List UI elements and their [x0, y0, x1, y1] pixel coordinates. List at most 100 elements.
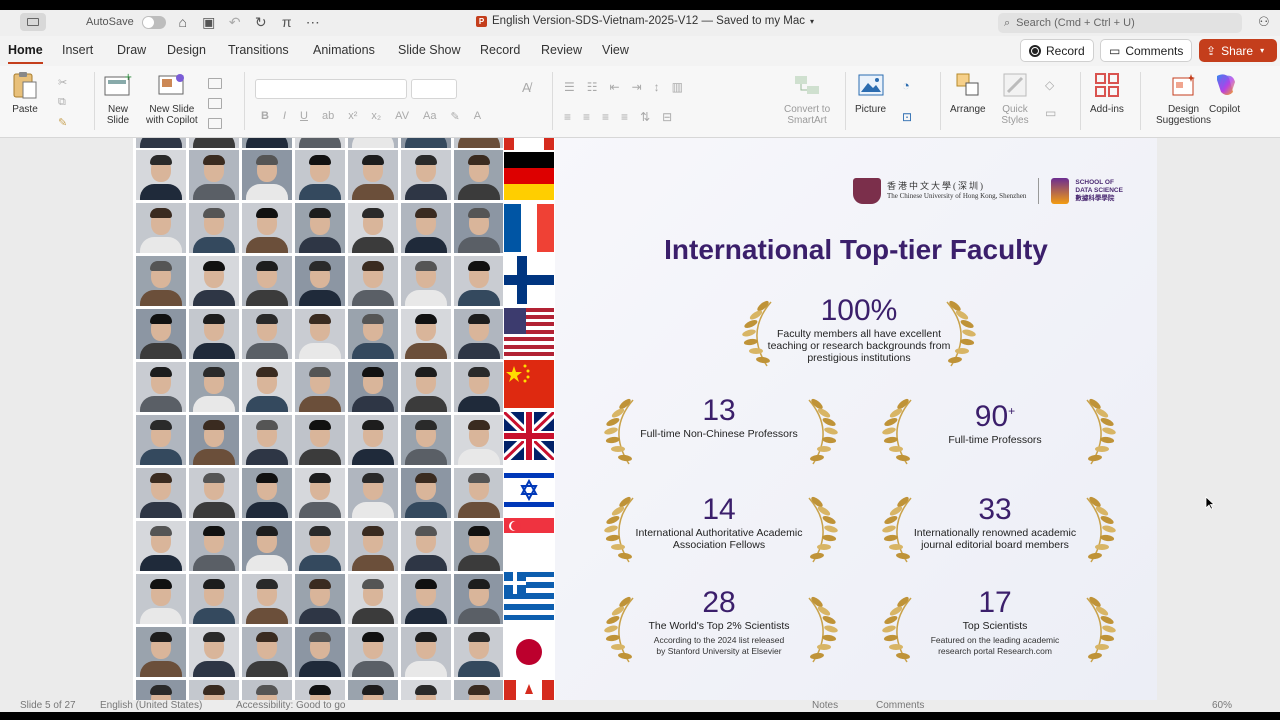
language-indicator[interactable]: English (United States): [100, 700, 202, 711]
textbox-icon[interactable]: ⊡: [902, 110, 912, 124]
stat-number: 28: [702, 586, 736, 619]
more-icon[interactable]: ⋯: [304, 14, 322, 31]
change-case-icon[interactable]: Aa: [423, 110, 436, 123]
faculty-photo: [401, 150, 451, 200]
tab-view[interactable]: View: [602, 43, 629, 57]
design-suggestions-button[interactable]: Design Suggestions: [1156, 70, 1211, 126]
save-icon[interactable]: ▣: [200, 14, 218, 31]
arrange-button[interactable]: Arrange: [950, 70, 986, 115]
fill-icon[interactable]: ◇: [1045, 78, 1054, 92]
document-title[interactable]: P English Version-SDS-Vietnam-2025-V12 —…: [476, 15, 814, 27]
accessibility-status[interactable]: Accessibility: Good to go: [236, 700, 346, 711]
picture-button[interactable]: Picture: [855, 70, 886, 115]
faculty-photo: [295, 256, 345, 306]
align-text-icon[interactable]: ⊟: [662, 110, 672, 124]
quick-styles-icon: [1000, 70, 1030, 100]
superscript-icon[interactable]: x²: [348, 110, 357, 123]
faculty-photo: [242, 203, 292, 253]
faculty-photo: [136, 138, 186, 148]
picture-icon: [856, 70, 886, 100]
reset-icon[interactable]: [208, 98, 222, 109]
layout-icon[interactable]: [208, 78, 222, 89]
tab-design[interactable]: Design: [167, 43, 206, 57]
slide[interactable]: 香港中文大學(深圳) The Chinese University of Hon…: [133, 138, 1157, 700]
undo-icon[interactable]: ↶: [226, 14, 244, 31]
separator: [845, 72, 846, 130]
quick-styles-button[interactable]: Quick Styles: [1000, 70, 1030, 126]
share-button[interactable]: ⇪ Share ▾: [1199, 39, 1277, 62]
decrease-indent-icon[interactable]: ⇤: [610, 80, 620, 94]
new-slide-copilot-button[interactable]: New Slide with Copilot: [146, 70, 198, 126]
align-center-icon[interactable]: ≡: [583, 110, 590, 124]
shapes-icon[interactable]: ◔: [902, 78, 910, 93]
stat-desc: prestigious institutions: [807, 352, 911, 364]
comments-status-button[interactable]: Comments: [876, 700, 924, 711]
sds-line2: DATA SCIENCE: [1075, 187, 1123, 194]
equation-icon[interactable]: π: [278, 14, 296, 30]
new-slide-button[interactable]: + New Slide: [103, 70, 133, 126]
copy-icon[interactable]: ⧉: [58, 96, 66, 109]
stat-desc: The World's Top 2% Scientists: [648, 620, 790, 632]
convert-smartart-button[interactable]: Convert to SmartArt: [784, 70, 830, 126]
subscript-icon[interactable]: x₂: [371, 110, 381, 123]
columns-icon[interactable]: ▥: [672, 80, 683, 94]
autosave-label: AutoSave: [86, 16, 134, 28]
section-icon[interactable]: [208, 118, 222, 129]
faculty-photo: [189, 138, 239, 148]
autosave-toggle[interactable]: [141, 15, 166, 29]
paste-button[interactable]: Paste: [10, 70, 40, 115]
home-icon[interactable]: ⌂: [174, 14, 192, 30]
copilot-button[interactable]: Copilot: [1209, 70, 1240, 115]
tab-insert[interactable]: Insert: [62, 43, 93, 57]
svg-text:+: +: [124, 73, 132, 83]
tab-home[interactable]: Home: [8, 43, 43, 64]
bold-icon[interactable]: B: [261, 110, 269, 123]
justify-icon[interactable]: ≡: [621, 110, 628, 124]
tab-slide-show[interactable]: Slide Show: [398, 43, 461, 57]
faculty-photo: [348, 627, 398, 677]
faculty-photo: [295, 138, 345, 148]
tab-transitions[interactable]: Transitions: [228, 43, 289, 57]
line-spacing-icon[interactable]: ↕: [654, 80, 660, 94]
strikethrough-icon[interactable]: ab: [322, 110, 334, 123]
font-color-icon[interactable]: A: [474, 110, 481, 123]
slide-canvas[interactable]: 香港中文大學(深圳) The Chinese University of Hon…: [0, 138, 1280, 700]
redo-icon[interactable]: ↻: [252, 14, 270, 31]
faculty-photo: [401, 627, 451, 677]
outline-icon[interactable]: ▭: [1045, 106, 1056, 120]
status-bar: Slide 5 of 27 English (United States) Ac…: [0, 700, 1280, 712]
align-right-icon[interactable]: ≡: [602, 110, 609, 124]
sds-line3: 數據科學學院: [1075, 195, 1115, 202]
tab-review[interactable]: Review: [541, 43, 582, 57]
zoom-level[interactable]: 60%: [1212, 700, 1232, 711]
design-suggestions-label-1: Design: [1167, 104, 1200, 115]
tab-animations[interactable]: Animations: [313, 43, 375, 57]
sidebar-toggle-icon[interactable]: [20, 13, 46, 31]
text-direction-icon[interactable]: ⇅: [640, 110, 650, 124]
font-size-select[interactable]: [411, 79, 457, 99]
search-box[interactable]: ⌕ Search (Cmd + Ctrl + U): [998, 13, 1242, 33]
clear-format-icon[interactable]: A̸: [522, 80, 531, 95]
notes-button[interactable]: Notes: [812, 700, 838, 711]
increase-indent-icon[interactable]: ⇥: [632, 80, 642, 94]
faculty-photo: [401, 680, 451, 700]
highlight-icon[interactable]: ✎: [451, 110, 460, 123]
faculty-photo: [295, 680, 345, 700]
format-painter-icon[interactable]: ✎: [58, 116, 67, 129]
tab-draw[interactable]: Draw: [117, 43, 146, 57]
numbering-icon[interactable]: ☷: [587, 80, 598, 94]
tab-record[interactable]: Record: [480, 43, 520, 57]
align-left-icon[interactable]: ≡: [564, 110, 571, 124]
underline-icon[interactable]: U: [300, 110, 308, 123]
account-icon[interactable]: ⚇: [1258, 14, 1270, 30]
italic-icon[interactable]: I: [283, 110, 286, 123]
search-placeholder: Search (Cmd + Ctrl + U): [1016, 17, 1135, 29]
addins-button[interactable]: Add-ins: [1090, 70, 1124, 115]
comments-button[interactable]: ▭ Comments: [1100, 39, 1193, 62]
record-button[interactable]: Record: [1020, 39, 1094, 62]
cut-icon[interactable]: ✂: [58, 76, 67, 89]
bullets-icon[interactable]: ☰: [564, 80, 575, 94]
font-family-select[interactable]: [255, 79, 407, 99]
character-spacing-icon[interactable]: AV: [395, 110, 409, 123]
stat-desc: teaching or research backgrounds from: [767, 340, 951, 352]
